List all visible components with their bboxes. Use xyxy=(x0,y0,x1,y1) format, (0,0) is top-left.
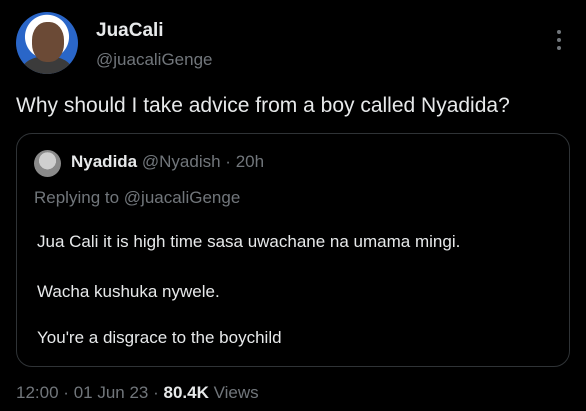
separator: · xyxy=(225,152,231,171)
quoted-author-name: Nyadida xyxy=(71,152,138,171)
dot xyxy=(557,30,561,34)
quoted-time: 20h xyxy=(235,152,265,171)
dot xyxy=(557,46,561,50)
separator: · xyxy=(63,383,69,402)
separator: · xyxy=(153,383,159,402)
views-count: 80.4K xyxy=(163,383,209,402)
author-name[interactable]: JuaCali xyxy=(96,20,164,42)
quoted-text-line: You're a disgrace to the boychild xyxy=(37,328,282,347)
more-vertical-icon[interactable] xyxy=(552,26,566,58)
tweet-footer: 12:00 · 01 Jun 23 · 80.4K Views xyxy=(16,383,259,403)
quoted-author-handle: @Nyadish xyxy=(141,152,221,171)
views-label: Views xyxy=(213,383,259,402)
avatar-face xyxy=(32,22,64,62)
author-avatar[interactable] xyxy=(16,12,78,74)
replying-prefix: Replying to xyxy=(34,188,124,207)
quoted-text-line: Jua Cali it is high time sasa uwachane n… xyxy=(37,232,461,251)
quoted-author-avatar xyxy=(34,150,61,177)
replying-to: Replying to @juacaliGenge xyxy=(34,188,240,208)
tweet-time[interactable]: 12:00 xyxy=(16,383,59,402)
tweet-header: JuaCali @juacaliGenge xyxy=(16,12,570,80)
quoted-tweet[interactable]: Nyadida @Nyadish · 20h Replying to @juac… xyxy=(16,133,570,367)
quoted-text-line: Wacha kushuka nywele. xyxy=(37,282,220,301)
tweet-text: Why should I take advice from a boy call… xyxy=(16,94,510,117)
replying-mention[interactable]: @juacaliGenge xyxy=(124,188,241,207)
tweet-date[interactable]: 01 Jun 23 xyxy=(74,383,149,402)
dot xyxy=(557,38,561,42)
quoted-header: Nyadida @Nyadish · 20h xyxy=(71,152,264,172)
author-handle[interactable]: @juacaliGenge xyxy=(96,50,213,70)
